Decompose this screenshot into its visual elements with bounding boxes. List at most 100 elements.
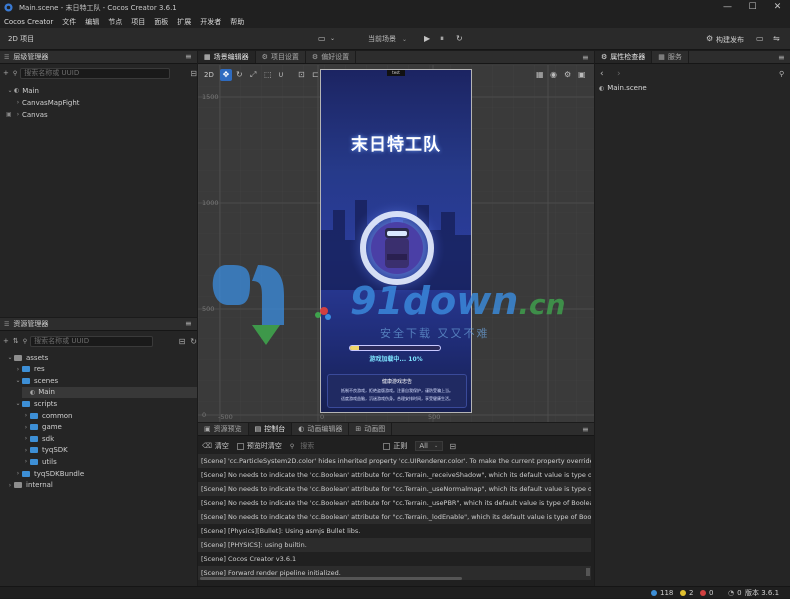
pivot-icon[interactable]: ⊡: [298, 70, 305, 79]
asset-item-res[interactable]: › res: [14, 364, 45, 375]
device-icon[interactable]: ▭: [318, 34, 326, 44]
menu-extension[interactable]: 扩展: [177, 17, 191, 27]
snap-icon[interactable]: ∪: [278, 70, 284, 79]
scene-select[interactable]: 当前场景 ⌄: [364, 33, 418, 45]
log-entry[interactable]: [Scene] [PHYSICS]: using builtin.: [198, 538, 591, 552]
camera-icon[interactable]: ◉: [550, 70, 557, 79]
menu-icon[interactable]: ≡: [185, 53, 193, 61]
2d-toggle[interactable]: 2D: [204, 71, 214, 79]
log-entry[interactable]: [Scene] 'cc.ParticleSystem2D.color' hide…: [198, 454, 591, 468]
asset-item-scripts[interactable]: ⌄ scripts: [14, 398, 57, 409]
chevron-down-icon[interactable]: ⌄: [330, 34, 335, 44]
collapse-icon[interactable]: ⊟: [179, 337, 186, 346]
gear-icon[interactable]: ⚙: [564, 70, 571, 79]
refresh-icon[interactable]: ↻: [456, 34, 463, 44]
regex-checkbox[interactable]: [383, 442, 391, 450]
tree-item-canvas[interactable]: ▣ › Canvas: [6, 109, 48, 120]
forward-icon[interactable]: ›: [617, 69, 621, 79]
tab-project-settings[interactable]: ⚙ 项目设置: [256, 51, 306, 63]
log-entry[interactable]: [Scene] No needs to indicate the 'cc.Boo…: [198, 482, 591, 496]
console-search-input[interactable]: 搜索: [297, 440, 384, 452]
tree-item-canvasmapfight[interactable]: › CanvasMapFight: [14, 97, 80, 108]
menu-icon[interactable]: ≡: [582, 426, 590, 434]
tab-animation-graph[interactable]: ⊞ 动画图: [349, 423, 393, 435]
log-level-select[interactable]: All ⌄: [415, 441, 444, 451]
add-icon[interactable]: +: [3, 69, 9, 77]
rotate-tool-icon[interactable]: ↻: [236, 70, 243, 79]
add-icon[interactable]: +: [3, 337, 9, 345]
menu-app[interactable]: Cocos Creator: [4, 18, 53, 26]
tab-inspector[interactable]: ⚙ 属性检查器: [595, 51, 653, 63]
menu-icon[interactable]: ≡: [778, 54, 786, 62]
menu-node[interactable]: 节点: [108, 17, 122, 27]
collapse-icon[interactable]: ⊟: [190, 69, 197, 78]
local-icon[interactable]: ⊏: [312, 70, 319, 79]
asset-item-internal[interactable]: › internal: [6, 480, 53, 491]
folder-icon[interactable]: ▭: [756, 34, 764, 44]
tab-console[interactable]: ▤ 控制台: [248, 423, 293, 435]
chevron-down-icon[interactable]: ⌄: [6, 354, 14, 361]
sort-icon[interactable]: ⇅: [13, 337, 19, 345]
chevron-right-icon[interactable]: ›: [6, 482, 14, 489]
chevron-right-icon[interactable]: ›: [14, 470, 22, 477]
close-button[interactable]: ✕: [765, 0, 790, 15]
tab-animation-editor[interactable]: ◐ 动画编辑器: [292, 423, 350, 435]
chevron-right-icon[interactable]: ›: [22, 424, 30, 431]
minimize-button[interactable]: —: [715, 0, 740, 15]
scale-tool-icon[interactable]: ⤢: [250, 70, 256, 80]
tree-item-main[interactable]: ⌄ ◐ Main: [6, 85, 38, 96]
trash-icon[interactable]: ⌫: [202, 442, 212, 450]
move-tool-icon[interactable]: ✥: [220, 69, 232, 81]
open-log-icon[interactable]: ⊟: [449, 442, 456, 451]
menu-panel[interactable]: 面板: [154, 17, 168, 27]
preview-clear-checkbox[interactable]: [236, 442, 244, 450]
menu-help[interactable]: 帮助: [230, 17, 244, 27]
chevron-right-icon[interactable]: ›: [22, 412, 30, 419]
asset-item-utils[interactable]: › utils: [22, 456, 57, 467]
pin-icon[interactable]: ⚲: [779, 70, 784, 78]
log-entry[interactable]: [Scene] [Physics][Bullet]: Using asmjs B…: [198, 524, 591, 538]
tab-preferences[interactable]: ⚙ 偏好设置: [306, 51, 357, 63]
chevron-right-icon[interactable]: ›: [22, 458, 30, 465]
maximize-button[interactable]: ☐: [740, 0, 765, 15]
chevron-right-icon[interactable]: ›: [22, 447, 30, 454]
menu-developer[interactable]: 开发者: [200, 17, 221, 27]
menu-file[interactable]: 文件: [62, 17, 76, 27]
assets-search-input[interactable]: 搜索名称或 UUID: [30, 335, 153, 347]
hierarchy-search-input[interactable]: 搜索名称或 UUID: [20, 67, 171, 79]
asset-item-tyqsdkbundle[interactable]: › tyqSDKBundle: [14, 468, 84, 479]
rect-tool-icon[interactable]: ⬚: [264, 70, 272, 79]
chevron-right-icon[interactable]: ›: [22, 435, 30, 442]
log-entry[interactable]: [Scene] No needs to indicate the 'cc.Boo…: [198, 496, 591, 510]
game-preview[interactable]: test 末日特工队 游戏加载中... 10% 健康游戏忠告 抵制不良游戏，拒绝…: [320, 69, 472, 413]
refresh-icon[interactable]: ↻: [190, 337, 197, 346]
menu-project[interactable]: 项目: [131, 17, 145, 27]
play-icon[interactable]: ▶: [424, 34, 430, 44]
link-icon[interactable]: ⇋: [773, 34, 780, 44]
vertical-scrollbar[interactable]: [586, 568, 590, 576]
asset-item-assets[interactable]: ⌄ assets: [6, 352, 48, 363]
back-icon[interactable]: ‹: [600, 69, 604, 79]
build-button[interactable]: 构建发布: [716, 35, 744, 45]
warn-count[interactable]: 2: [680, 587, 693, 599]
tab-scene-editor[interactable]: ▦ 场景编辑器: [198, 51, 256, 63]
asset-item-game[interactable]: › game: [22, 422, 62, 433]
chevron-right-icon[interactable]: ›: [14, 366, 22, 373]
asset-item-common[interactable]: › common: [22, 410, 73, 421]
tab-asset-preview[interactable]: ▣ 资源预览: [198, 423, 249, 435]
stop-icon[interactable]: ⏸: [440, 34, 444, 44]
menu-edit[interactable]: 编辑: [85, 17, 99, 27]
notify-count[interactable]: ◔ 0: [728, 587, 742, 599]
grid-icon[interactable]: ▦: [536, 70, 544, 79]
info-count[interactable]: 118: [651, 587, 673, 599]
asset-item-sdk[interactable]: › sdk: [22, 433, 54, 444]
asset-item-main[interactable]: ◐ Main: [22, 386, 197, 398]
asset-item-scenes[interactable]: ⌄ scenes: [14, 375, 58, 386]
build-icon[interactable]: ⚙: [706, 34, 713, 44]
log-entry[interactable]: [Scene] Cocos Creator v3.6.1: [198, 552, 591, 566]
chevron-down-icon[interactable]: ⌄: [14, 400, 22, 407]
menu-icon[interactable]: ≡: [582, 54, 590, 62]
asset-item-tyqsdk[interactable]: › tyqSDK: [22, 445, 68, 456]
error-count[interactable]: 0: [700, 587, 713, 599]
tab-service[interactable]: ▦ 服务: [652, 51, 689, 63]
